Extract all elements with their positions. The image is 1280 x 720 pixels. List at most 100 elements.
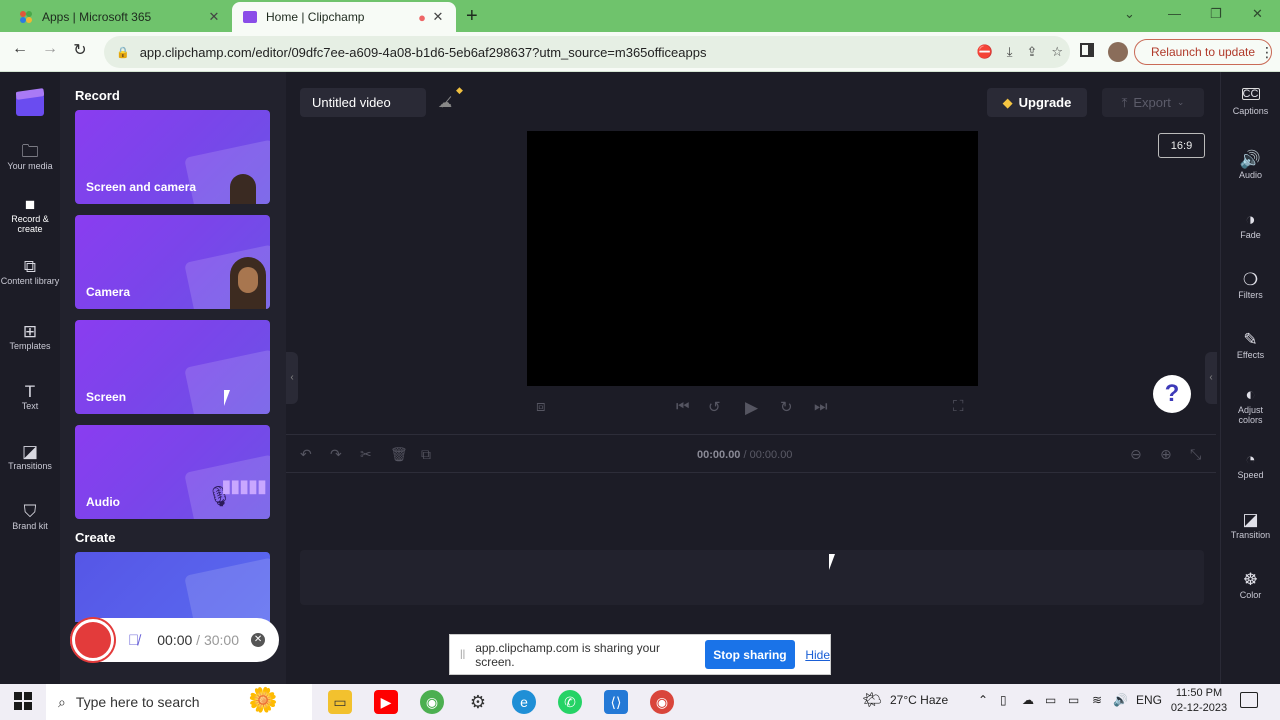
fit-timeline-icon[interactable]: ⤡: [1190, 446, 1201, 463]
weather-icon[interactable]: 🌤: [862, 690, 882, 710]
rail-filters[interactable]: ❍ Filters: [1221, 271, 1280, 300]
redo-icon[interactable]: ↷: [330, 446, 342, 463]
profile-avatar[interactable]: [1108, 42, 1128, 62]
rail-fade[interactable]: ◑ Fade: [1221, 211, 1280, 240]
undo-icon[interactable]: ↶: [300, 446, 312, 463]
rail-effects[interactable]: ✎ Effects: [1221, 331, 1280, 360]
vscode-icon[interactable]: ⟨⟩: [604, 690, 628, 714]
bookmark-star-icon[interactable]: ☆: [1051, 44, 1063, 60]
whatsapp-icon[interactable]: ✆: [558, 690, 582, 714]
volume-icon[interactable]: 🔊: [1113, 693, 1128, 707]
restore-button[interactable]: ❐: [1210, 6, 1222, 22]
forward-button[interactable]: →: [38, 40, 62, 58]
youtube-icon[interactable]: ▶: [374, 690, 398, 714]
battery-icon[interactable]: ▭: [1068, 693, 1079, 707]
rail-templates[interactable]: ⊞ Templates: [0, 323, 60, 351]
transitions-icon: ◪: [21, 442, 39, 461]
rail-audio[interactable]: 🔊 Audio: [1221, 151, 1280, 180]
clipchamp-logo[interactable]: [15, 88, 45, 116]
notifications-icon[interactable]: [1240, 692, 1258, 708]
timeline-track[interactable]: [300, 550, 1204, 605]
rewind-5s-icon[interactable]: ↺: [708, 398, 721, 416]
close-recorder-icon[interactable]: ✕: [251, 633, 266, 647]
reload-button[interactable]: ↻: [68, 40, 92, 60]
create-card[interactable]: [75, 552, 270, 622]
chrome-profile-icon[interactable]: ◉: [650, 690, 674, 714]
onedrive-icon[interactable]: ☁: [1022, 693, 1034, 707]
close-tab-icon[interactable]: ✕: [206, 9, 222, 25]
rail-brand-kit[interactable]: ⛉ Brand kit: [0, 503, 60, 531]
delete-icon[interactable]: 🗑: [390, 446, 408, 463]
install-app-icon[interactable]: ⤓: [1007, 44, 1013, 60]
record-button[interactable]: [72, 619, 114, 661]
upgrade-button[interactable]: ◆ Upgrade: [987, 88, 1087, 117]
screenshot-icon[interactable]: ⧈: [536, 398, 546, 415]
stop-sharing-button[interactable]: Stop sharing: [704, 640, 796, 669]
minimize-button[interactable]: —: [1168, 6, 1181, 21]
address-bar[interactable]: 🔒 app.clipchamp.com/editor/09dfc7ee-a609…: [104, 36, 1070, 68]
wifi-icon[interactable]: ≋: [1092, 693, 1102, 707]
tab-clipchamp[interactable]: Home | Clipchamp ● ✕: [232, 2, 456, 32]
zoom-out-icon[interactable]: ⊖: [1130, 446, 1142, 463]
side-panel-icon[interactable]: [1080, 43, 1094, 57]
screen-card[interactable]: Screen: [75, 320, 270, 414]
tab-microsoft-365[interactable]: Apps | Microsoft 365 ✕: [8, 2, 232, 32]
fullscreen-icon[interactable]: ⛶: [953, 398, 964, 415]
zoom-in-icon[interactable]: ⊕: [1160, 446, 1172, 463]
help-button[interactable]: ?: [1153, 375, 1191, 413]
search-highlight-icon[interactable]: 🌼: [248, 686, 278, 715]
card-label: Camera: [86, 285, 131, 299]
project-title[interactable]: Untitled video: [300, 88, 426, 117]
relaunch-button[interactable]: Relaunch to update: [1134, 39, 1272, 65]
rail-speed[interactable]: ◔ Speed: [1221, 451, 1280, 480]
back-button[interactable]: ←: [8, 40, 32, 58]
rail-record-create[interactable]: ■ Record & create: [0, 196, 60, 234]
rail-transition[interactable]: ◪ Transition: [1221, 511, 1280, 540]
rail-color[interactable]: ☸ Color: [1221, 571, 1280, 600]
export-button[interactable]: ⤒ Export ⌄: [1102, 88, 1204, 117]
settings-icon[interactable]: ⚙: [466, 690, 490, 714]
rail-content-library[interactable]: ⧉ Content library: [0, 258, 60, 286]
chrome-icon[interactable]: ◉: [420, 690, 444, 714]
skip-back-icon[interactable]: ⏮: [676, 398, 690, 415]
rail-text[interactable]: T Text: [0, 383, 60, 411]
drag-handle-icon[interactable]: ||: [460, 649, 465, 660]
clock-date: 02-12-2023: [1170, 702, 1228, 714]
collapse-panel-handle[interactable]: ‹: [286, 352, 298, 404]
tray-app-icon[interactable]: ▯: [1000, 693, 1007, 707]
close-tab-icon[interactable]: ✕: [430, 9, 446, 25]
taskbar-clock[interactable]: 11:50 PM 02-12-2023: [1168, 686, 1230, 716]
weather-text[interactable]: 27°C Haze: [890, 693, 948, 707]
edge-icon[interactable]: e: [512, 690, 536, 714]
split-icon[interactable]: ✂: [360, 446, 372, 463]
browser-menu-icon[interactable]: ⋮: [1260, 44, 1274, 61]
rail-label: Adjust colors: [1237, 405, 1263, 425]
show-hidden-icons-icon[interactable]: ⌃: [978, 693, 988, 707]
hide-link[interactable]: Hide: [805, 648, 830, 662]
close-window-button[interactable]: ✕: [1252, 6, 1263, 22]
rail-adjust-colors[interactable]: ◐ Adjust colors: [1221, 386, 1280, 425]
new-tab-button[interactable]: +: [466, 5, 478, 28]
language-indicator[interactable]: ENG: [1136, 693, 1162, 707]
tray-display-icon[interactable]: ▭: [1045, 693, 1056, 707]
cloud-sync-off-icon[interactable]: ☁̸: [438, 94, 452, 111]
screen-and-camera-card[interactable]: Screen and camera: [75, 110, 270, 204]
camera-permission-icon[interactable]: ⛔: [977, 44, 993, 60]
rail-your-media[interactable]: 🗀 Your media: [0, 143, 60, 171]
share-icon[interactable]: ⇪: [1026, 44, 1037, 60]
tab-search-icon[interactable]: ⌄: [1124, 6, 1135, 22]
rail-captions[interactable]: CC Captions: [1221, 88, 1280, 116]
audio-card[interactable]: 🎙 ▮▮▮▮▮ Audio: [75, 425, 270, 519]
play-icon[interactable]: ▶: [745, 398, 758, 418]
duplicate-icon[interactable]: ⧉: [421, 446, 431, 463]
collapse-properties-handle[interactable]: ‹: [1205, 352, 1217, 404]
windows-start-icon[interactable]: [14, 692, 32, 710]
microphone-muted-icon[interactable]: 🎙̸: [128, 632, 139, 649]
file-explorer-icon[interactable]: ▭: [328, 690, 352, 714]
aspect-ratio-button[interactable]: 16:9: [1158, 133, 1205, 158]
camera-card[interactable]: Camera: [75, 215, 270, 309]
rail-transitions[interactable]: ◪ Transitions: [0, 442, 60, 471]
forward-5s-icon[interactable]: ↻: [780, 398, 793, 416]
skip-forward-icon[interactable]: ⏭: [814, 398, 828, 415]
record-section-title: Record: [75, 88, 120, 103]
